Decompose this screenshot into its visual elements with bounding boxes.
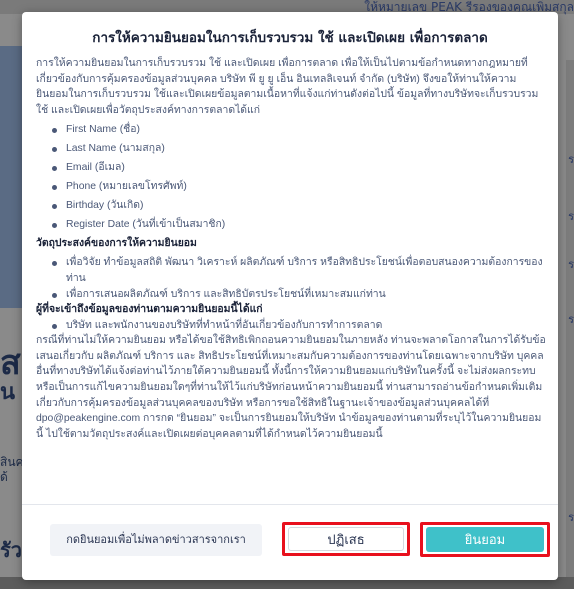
closing-paragraph: กรณีที่ท่านไม่ให้ความยินยอม หรือได้ขอใช้… bbox=[36, 335, 546, 440]
list-item: Phone (หมายเลขโทรศัพท์) bbox=[36, 179, 548, 195]
modal-body[interactable]: การให้ความยินยอมในการเก็บรวบรวม ใช้ และเ… bbox=[36, 56, 548, 502]
background-small-text: สินค ด้ bbox=[0, 455, 24, 484]
list-item: Register Date (วันที่เข้าเป็นสมาชิก) bbox=[36, 217, 548, 233]
modal-title: การให้ความยินยอมในการเก็บรวบรวม ใช้ และเ… bbox=[92, 30, 488, 46]
intro-paragraph: การให้ความยินยอมในการเก็บรวบรวม ใช้ และเ… bbox=[36, 58, 539, 116]
purpose-heading: วัตถุประสงค์ของการให้ความยินยอม bbox=[36, 237, 197, 249]
background-right-mark: ร bbox=[568, 511, 574, 524]
modal-footer: กดยินยอมเพื่อไม่พลาดข่าวสารจากเรา ปฏิเสธ… bbox=[22, 504, 558, 580]
list-item: เพื่อการเสนอผลิตภัณฑ์ บริการ และสิทธิบัต… bbox=[36, 287, 548, 303]
recipients-list: บริษัท และพนักงานของบริษัทที่ทำหน้าที่อั… bbox=[36, 318, 548, 334]
background-right-mark: ร bbox=[568, 210, 574, 223]
accept-highlight-box: ยินยอม bbox=[420, 522, 550, 557]
recipients-heading: ผู้ที่จะเข้าถึงข้อมูลของท่านตามความยินยอ… bbox=[36, 304, 263, 316]
background-right-mark: ร bbox=[568, 258, 574, 271]
list-item: บริษัท และพนักงานของบริษัทที่ทำหน้าที่อั… bbox=[36, 318, 548, 334]
list-item: เพื่อวิจัย ทำข้อมูลสถิติ พัฒนา วิเคราะห์… bbox=[36, 255, 548, 286]
accept-button[interactable]: ยินยอม bbox=[426, 527, 544, 552]
list-item: Birthday (วันเกิด) bbox=[36, 198, 548, 214]
data-fields-list: First Name (ชื่อ) Last Name (นามสกุล) Em… bbox=[36, 122, 548, 232]
background-right-mark: ร bbox=[568, 153, 574, 166]
purpose-list: เพื่อวิจัย ทำข้อมูลสถิติ พัฒนา วิเคราะห์… bbox=[36, 255, 548, 302]
consent-modal: การให้ความยินยอมในการเก็บรวบรวม ใช้ และเ… bbox=[22, 12, 558, 580]
newsletter-consent-button[interactable]: กดยินยอมเพื่อไม่พลาดข่าวสารจากเรา bbox=[50, 524, 262, 556]
reject-highlight-box: ปฏิเสธ bbox=[282, 522, 410, 556]
list-item: Email (อีเมล) bbox=[36, 160, 548, 176]
reject-button[interactable]: ปฏิเสธ bbox=[288, 527, 404, 551]
background-bottom-heading: รัว bbox=[0, 538, 22, 562]
background-subheading: น bbox=[0, 380, 16, 405]
background-right-mark: ร bbox=[568, 313, 574, 326]
background-side-image bbox=[0, 46, 22, 308]
list-item: First Name (ชื่อ) bbox=[36, 122, 548, 138]
list-item: Last Name (นามสกุล) bbox=[36, 141, 548, 157]
